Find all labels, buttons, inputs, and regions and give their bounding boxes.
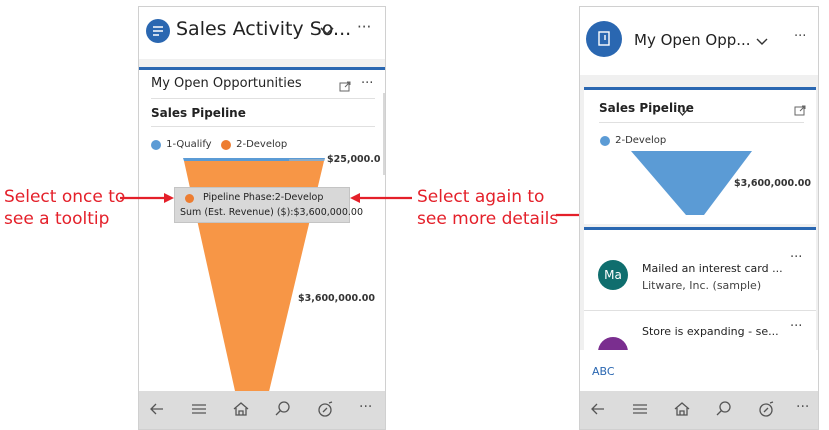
avatar: Ma [598,260,628,290]
home-icon[interactable] [672,399,692,419]
search-icon[interactable] [273,399,293,419]
annotation-arrow-left [120,193,174,203]
back-arrow-icon[interactable] [147,399,167,419]
more-options-icon[interactable]: ··· [794,29,806,44]
compass-icon[interactable] [315,399,335,419]
search-icon[interactable] [714,399,734,419]
right-phone-frame: My Open Opp... ··· Sales Pipeline 2-Deve… [579,6,819,430]
annotation-arrow-tooltip [350,193,412,203]
funnel-chart [631,151,752,215]
more-icon[interactable]: ··· [796,399,809,415]
list-item-subtitle: Litware, Inc. (sample) [642,279,762,292]
activity-list: Ma Mailed an interest card ... Litware, … [584,227,816,352]
funnel-chart [183,158,325,400]
sales-pipeline-card: Sales Pipeline 2-Develop $3,600,000.00 [584,87,816,224]
menu-icon[interactable] [630,399,650,419]
right-app-header: My Open Opp... ··· [580,7,818,75]
tooltip-line1: Pipeline Phase:2-Develop [203,192,324,203]
app-logo-icon[interactable] [146,19,170,43]
list-item-more-icon[interactable]: ··· [790,319,802,334]
more-options-icon[interactable]: ··· [357,18,371,36]
list-item-title: Mailed an interest card ... [642,262,783,275]
annotation-mid-line2: see more details [417,209,559,229]
left-phone-frame: Sales Activity So... ··· My Open Opportu… [138,6,386,430]
left-app-header: Sales Activity So... ··· [139,7,385,59]
annotation-left-line2: see a tooltip [4,209,110,229]
compass-icon[interactable] [756,399,776,419]
list-item-title: Store is expanding - se... [642,325,779,338]
list-item-more-icon[interactable]: ··· [790,250,802,265]
value-label-main: $3,600,000.00 [298,293,375,304]
more-icon[interactable]: ··· [359,399,372,415]
footer-link[interactable]: ABC [592,365,615,378]
menu-icon[interactable] [189,399,209,419]
home-icon[interactable] [231,399,251,419]
dashboard-icon[interactable] [586,21,622,57]
footer-area: ABC [580,350,818,393]
bottom-nav-bar: ··· [580,391,818,429]
view-title[interactable]: My Open Opp... [634,31,751,49]
tooltip-line2: Sum (Est. Revenue) ($):$3,600,000.00 [180,207,364,218]
chevron-down-icon[interactable] [320,23,334,37]
opportunities-card: My Open Opportunities ··· Sales Pipeline… [139,67,385,400]
list-item[interactable]: Store is expanding - se... ··· [584,311,816,352]
list-item[interactable]: Ma Mailed an interest card ... Litware, … [584,230,816,310]
value-label-main: $3,600,000.00 [734,178,811,189]
tooltip-dot [185,194,194,203]
bottom-nav-bar: ··· [139,391,385,429]
annotation-left-line1: Select once to [4,187,126,207]
value-label-top: $25,000.0 [327,154,381,165]
back-arrow-icon[interactable] [588,399,608,419]
scrollbar[interactable] [383,93,385,175]
chevron-down-icon[interactable] [756,33,768,45]
chart-tooltip: Pipeline Phase:2-Develop Sum (Est. Reven… [174,187,363,223]
annotation-mid-line1: Select again to [417,187,545,207]
